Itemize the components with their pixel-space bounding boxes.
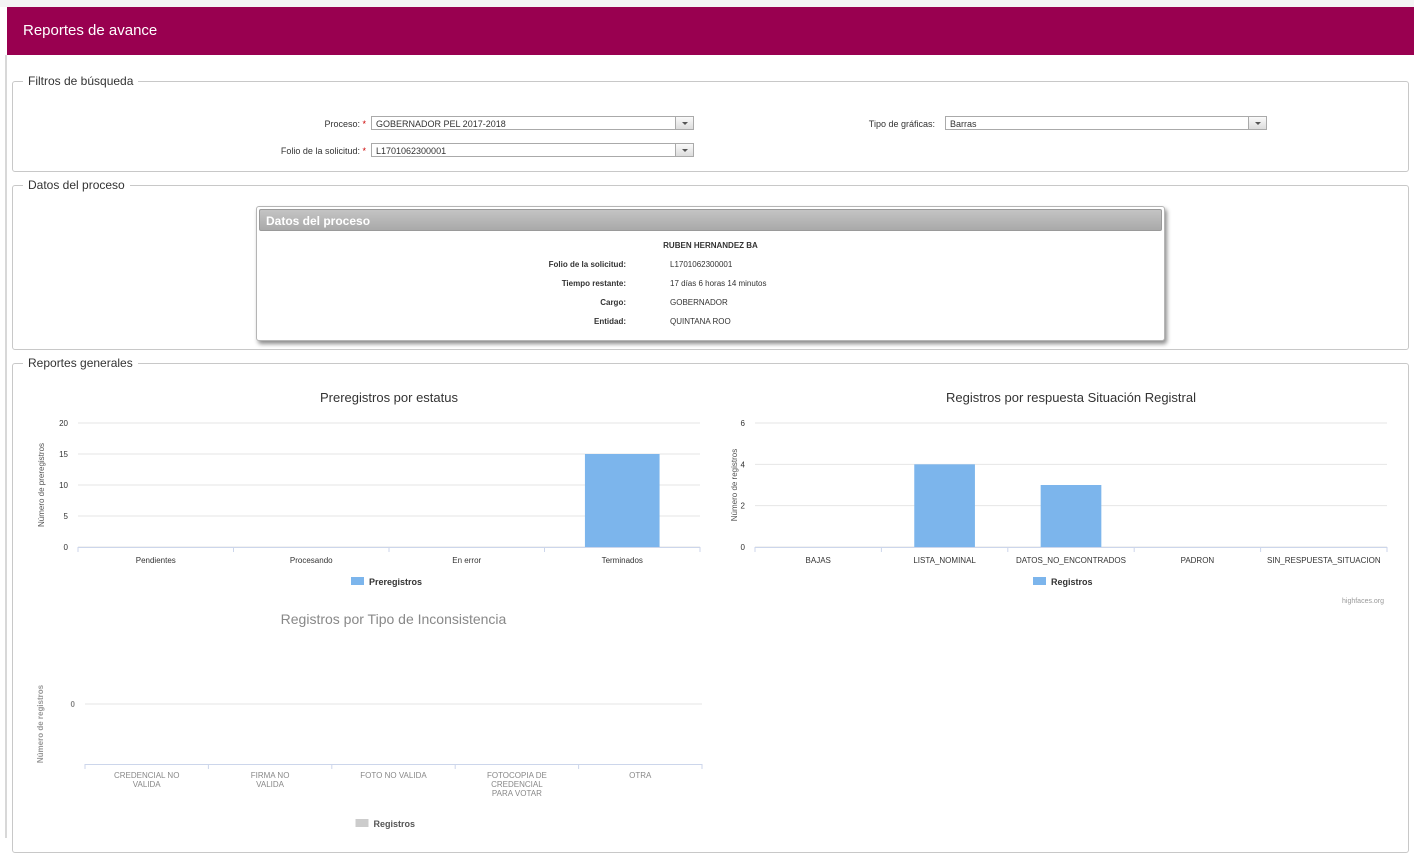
chevron-down-icon[interactable] <box>675 117 693 129</box>
y-tick-label: 6 <box>741 419 746 428</box>
proceso-value: GOBERNADOR PEL 2017-2018 <box>376 119 506 129</box>
filters-legend: Filtros de búsqueda <box>28 74 134 88</box>
chevron-down-icon[interactable] <box>1248 117 1266 129</box>
proceso-panel-title: Datos del proceso <box>259 209 1162 231</box>
y-tick-label: 0 <box>64 543 69 552</box>
x-tick-label: FOTO NO VALIDA <box>360 771 427 780</box>
folio-value: L1701062300001 <box>376 146 447 156</box>
legend-swatch <box>1033 577 1046 585</box>
x-tick-label: Pendientes <box>136 556 176 565</box>
x-tick-label: CREDENCIAL <box>491 780 543 789</box>
info-label: Tiempo restante: <box>561 279 626 288</box>
x-tick-label: PARA VOTAR <box>492 789 542 798</box>
x-tick-label: Procesando <box>290 556 333 565</box>
legend-swatch <box>351 577 364 585</box>
proceso-legend: Datos del proceso <box>28 178 125 192</box>
x-tick-label: LISTA_NOMINAL <box>913 556 976 565</box>
y-tick-label: 15 <box>59 450 68 459</box>
legend-swatch <box>355 819 369 827</box>
info-value: 17 días 6 horas 14 minutos <box>670 279 767 288</box>
tipo-graficas-label: Tipo de gráficas: <box>868 119 935 129</box>
proceso-label: Proceso: * <box>324 119 366 129</box>
chart-title: Preregistros por estatus <box>320 390 459 405</box>
folio-select[interactable]: L1701062300001 <box>371 143 694 157</box>
info-label: Cargo: <box>600 298 626 307</box>
chart-situacion-registral: Registros por respuesta Situación Regist… <box>730 390 1388 587</box>
x-tick-label: VALIDA <box>133 780 162 789</box>
x-tick-label: FIRMA NO <box>251 771 290 780</box>
page-title: Reportes de avance <box>23 22 158 39</box>
chart-title: Registros por Tipo de Inconsistencia <box>281 611 507 627</box>
bar <box>584 454 660 547</box>
x-tick-label: VALIDA <box>256 780 285 789</box>
folio-label: Folio de la solicitud: * <box>280 146 366 156</box>
x-tick-label: PADRON <box>1181 556 1215 565</box>
y-tick-label: 10 <box>59 481 68 490</box>
chart-tipo-inconsistencia: Registros por Tipo de Inconsistencia 0 Núm… <box>36 611 703 829</box>
left-divider <box>5 55 7 838</box>
info-label: Folio de la solicitud: <box>548 260 626 269</box>
page-header: Reportes de avance <box>7 7 1414 55</box>
y-axis-label: Número de preregistros <box>37 443 46 527</box>
bar <box>1040 485 1102 547</box>
info-value: QUINTANA ROO <box>670 317 731 326</box>
y-tick-label: 2 <box>741 502 746 511</box>
y-axis-label: Número de registros <box>730 449 739 521</box>
solicitante-name: RUBEN HERNANDEZ BA <box>663 241 758 250</box>
info-label: Entidad: <box>594 317 626 326</box>
chart-credit: highfaces.org <box>1342 598 1385 605</box>
proceso-select[interactable]: GOBERNADOR PEL 2017-2018 <box>371 116 694 130</box>
y-tick-label: 0 <box>741 543 746 552</box>
x-tick-label: FOTOCOPIA DE <box>487 771 547 780</box>
info-value: GOBERNADOR <box>670 298 728 307</box>
legend-label: Preregistros <box>369 577 422 587</box>
chart-title: Registros por respuesta Situación Regist… <box>946 390 1196 405</box>
proceso-panel: Datos del proceso RUBEN HERNANDEZ BA Fol… <box>256 206 1165 341</box>
x-tick-label: BAJAS <box>806 556 831 565</box>
chevron-down-icon[interactable] <box>675 144 693 156</box>
x-tick-label: Terminados <box>602 556 643 565</box>
tipo-graficas-value: Barras <box>950 119 977 129</box>
top-strip <box>0 0 1414 7</box>
bar <box>914 464 975 547</box>
y-tick-label: 0 <box>71 700 76 709</box>
info-value: L1701062300001 <box>670 260 733 269</box>
y-tick-label: 20 <box>59 419 68 428</box>
x-tick-label: SIN_RESPUESTA_SITUACION <box>1267 556 1381 565</box>
x-tick-label: DATOS_NO_ENCONTRADOS <box>1016 556 1126 565</box>
x-tick-label: OTRA <box>629 771 652 780</box>
x-tick-label: CREDENCIAL NO <box>114 771 180 780</box>
y-tick-label: 5 <box>64 512 69 521</box>
tipo-graficas-select[interactable]: Barras <box>945 116 1267 130</box>
y-axis-label: Número de registros <box>36 684 45 763</box>
legend-label: Registros <box>374 819 416 829</box>
y-tick-label: 4 <box>741 460 746 469</box>
reportes-legend: Reportes generales <box>28 356 133 370</box>
chart-preregistros: Preregistros por estatus 0 5 10 15 20 Número d… <box>37 390 701 587</box>
legend-label: Registros <box>1051 577 1093 587</box>
x-tick-label: En error <box>452 556 481 565</box>
